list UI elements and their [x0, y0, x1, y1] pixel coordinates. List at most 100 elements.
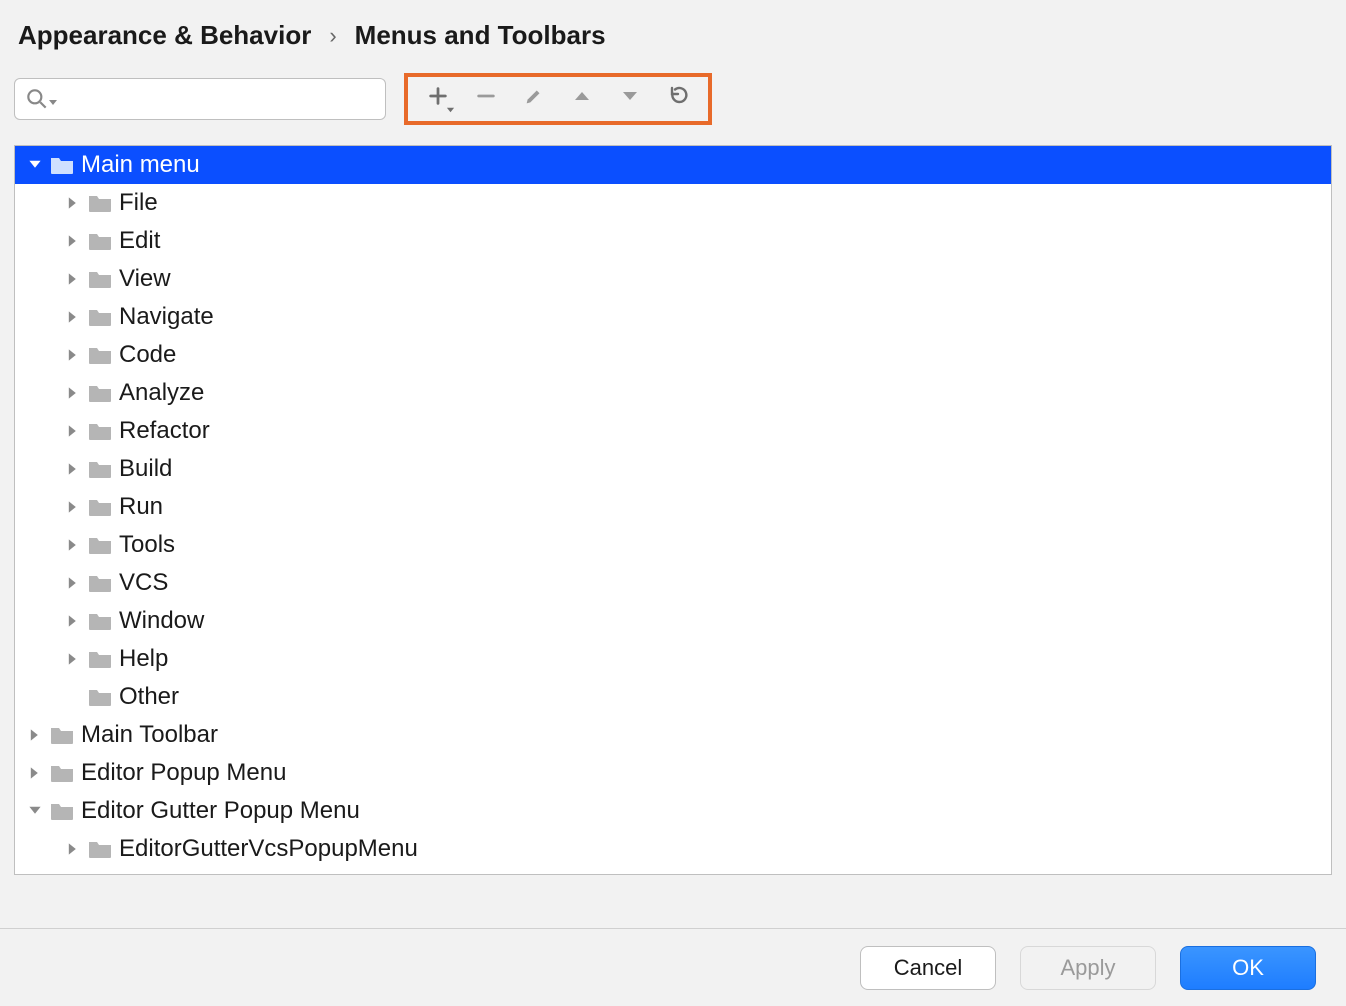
folder-icon — [49, 725, 75, 745]
edit-icon — [523, 85, 545, 113]
search-input[interactable] — [14, 78, 386, 120]
tree-row-label: Help — [119, 645, 168, 673]
tree-row-label: Window — [119, 607, 204, 635]
tree-row[interactable]: Main menu — [15, 146, 1331, 184]
chevron-right-icon[interactable] — [63, 310, 83, 324]
tree-row[interactable]: Editor Gutter Popup Menu — [15, 792, 1331, 830]
tree-row[interactable]: Refactor — [15, 412, 1331, 450]
chevron-right-icon[interactable] — [63, 462, 83, 476]
search-icon — [24, 86, 58, 112]
chevron-right-icon[interactable] — [63, 652, 83, 666]
tree-row-label: Build — [119, 455, 172, 483]
tree-row[interactable]: EditorGutterVcsPopupMenu — [15, 830, 1331, 868]
folder-icon — [87, 231, 113, 251]
breadcrumb: Appearance & Behavior › Menus and Toolba… — [14, 18, 1332, 73]
move-up-button[interactable] — [558, 77, 606, 121]
tree-row-label: File — [119, 189, 158, 217]
remove-button[interactable] — [462, 77, 510, 121]
tree-row[interactable]: Analyze — [15, 374, 1331, 412]
remove-icon — [475, 85, 497, 113]
folder-icon — [49, 763, 75, 783]
breadcrumb-separator: › — [329, 23, 336, 49]
chevron-right-icon[interactable] — [63, 500, 83, 514]
folder-icon — [87, 573, 113, 593]
apply-button[interactable]: Apply — [1020, 946, 1156, 990]
folder-icon — [49, 155, 75, 175]
revert-icon — [666, 84, 690, 114]
move-down-button[interactable] — [606, 77, 654, 121]
add-button[interactable] — [414, 77, 462, 121]
chevron-right-icon[interactable] — [25, 766, 45, 780]
chevron-right-icon[interactable] — [63, 424, 83, 438]
chevron-right-icon[interactable] — [63, 386, 83, 400]
chevron-right-icon[interactable] — [63, 234, 83, 248]
chevron-right-icon[interactable] — [63, 272, 83, 286]
tree-row[interactable]: Navigate — [15, 298, 1331, 336]
tree-row[interactable]: Editor Popup Menu — [15, 754, 1331, 792]
folder-icon — [87, 687, 113, 707]
tree-row-label: Analyze — [119, 379, 204, 407]
tree-row-label: VCS — [119, 569, 168, 597]
chevron-right-icon[interactable] — [63, 614, 83, 628]
folder-icon — [87, 611, 113, 631]
toolbar-row — [14, 73, 1332, 145]
folder-icon — [49, 801, 75, 821]
tree-row-label: Refactor — [119, 417, 210, 445]
tree-row-label: Run — [119, 493, 163, 521]
tree-row[interactable]: Other — [15, 678, 1331, 716]
tree-row[interactable]: VCS — [15, 564, 1331, 602]
folder-icon — [87, 269, 113, 289]
tree-row-label: EditorGutterVcsPopupMenu — [119, 835, 418, 863]
folder-icon — [87, 839, 113, 859]
tree-row[interactable]: Help — [15, 640, 1331, 678]
folder-icon — [87, 383, 113, 403]
menu-tree[interactable]: Main menu File Edit View Navigate Code Analyze… — [14, 145, 1332, 875]
revert-button[interactable] — [654, 77, 702, 121]
tree-row-label: View — [119, 265, 171, 293]
chevron-right-icon[interactable] — [63, 576, 83, 590]
tree-row-label: Editor Gutter Popup Menu — [81, 797, 360, 825]
chevron-right-icon[interactable] — [63, 538, 83, 552]
tree-row[interactable]: Build — [15, 450, 1331, 488]
cancel-button[interactable]: Cancel — [860, 946, 996, 990]
chevron-right-icon[interactable] — [25, 728, 45, 742]
search-field-wrapper — [14, 78, 386, 120]
ok-button[interactable]: OK — [1180, 946, 1316, 990]
edit-button[interactable] — [510, 77, 558, 121]
tree-row[interactable]: Main Toolbar — [15, 716, 1331, 754]
tree-row[interactable]: Tools — [15, 526, 1331, 564]
chevron-right-icon[interactable] — [63, 196, 83, 210]
add-icon — [427, 85, 449, 113]
action-toolbar — [404, 73, 712, 125]
folder-icon — [87, 497, 113, 517]
tree-row[interactable]: Code — [15, 336, 1331, 374]
move-up-icon — [572, 86, 592, 112]
folder-icon — [87, 421, 113, 441]
folder-icon — [87, 193, 113, 213]
breadcrumb-item-2[interactable]: Menus and Toolbars — [355, 20, 606, 51]
chevron-down-icon[interactable] — [25, 158, 45, 172]
tree-row-label: Other — [119, 683, 179, 711]
tree-row-label: Editor Popup Menu — [81, 759, 286, 787]
tree-row-label: Main menu — [81, 151, 200, 179]
folder-icon — [87, 345, 113, 365]
tree-row-label: Navigate — [119, 303, 214, 331]
tree-row[interactable]: View — [15, 260, 1331, 298]
chevron-down-icon[interactable] — [25, 804, 45, 818]
tree-row-label: Edit — [119, 227, 160, 255]
tree-row[interactable]: File — [15, 184, 1331, 222]
tree-row[interactable]: Edit — [15, 222, 1331, 260]
folder-icon — [87, 459, 113, 479]
chevron-right-icon[interactable] — [63, 842, 83, 856]
folder-icon — [87, 307, 113, 327]
folder-icon — [87, 535, 113, 555]
folder-icon — [87, 649, 113, 669]
breadcrumb-item-1[interactable]: Appearance & Behavior — [18, 20, 311, 51]
move-down-icon — [620, 86, 640, 112]
tree-row-label: Main Toolbar — [81, 721, 218, 749]
chevron-right-icon[interactable] — [63, 348, 83, 362]
tree-row[interactable]: Run — [15, 488, 1331, 526]
tree-row[interactable]: Window — [15, 602, 1331, 640]
tree-row-label: Tools — [119, 531, 175, 559]
dialog-footer: Cancel Apply OK — [0, 928, 1346, 1006]
